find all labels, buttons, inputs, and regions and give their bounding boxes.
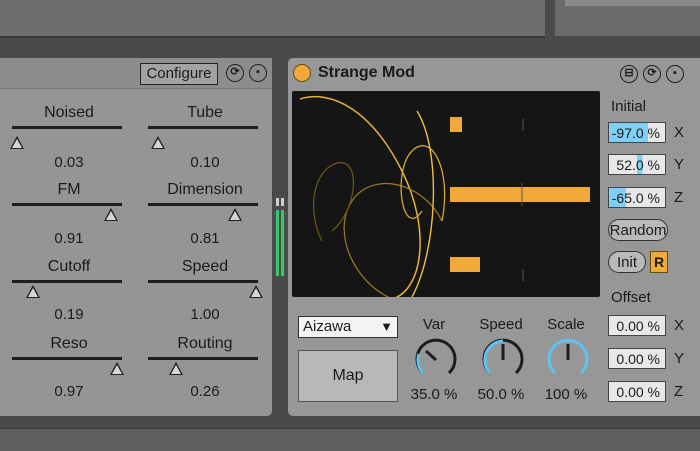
param-speed-label: Speed xyxy=(181,258,229,275)
param-dimension-handle[interactable] xyxy=(228,208,242,221)
random-button[interactable]: Random xyxy=(608,219,668,241)
attractor-mode-value: Aizawa xyxy=(303,318,352,335)
top-right-bar xyxy=(565,0,700,6)
offset-x-field[interactable]: 0.00 % xyxy=(608,315,666,336)
param-routing-label: Routing xyxy=(177,335,233,352)
param-cutoff-slider[interactable] xyxy=(12,280,122,283)
scale-knob[interactable] xyxy=(546,338,590,387)
param-reso-slider[interactable] xyxy=(12,357,122,360)
initial-z-field[interactable]: -65.0 % xyxy=(608,187,666,208)
speed-knob-value: 50.0 % xyxy=(477,386,525,403)
param-cutoff-value: 0.19 xyxy=(54,306,84,323)
initial-y-field[interactable]: 52.0 % xyxy=(608,154,666,175)
scope-bar-x xyxy=(450,117,462,132)
hot-swap-icon[interactable]: ⟳ xyxy=(226,64,244,82)
attractor-trace-svg xyxy=(299,95,590,300)
initial-z-axis-label: Z xyxy=(674,189,684,206)
configure-button[interactable]: Configure xyxy=(140,63,218,85)
initial-x-axis-label: X xyxy=(674,124,685,141)
param-cutoff-handle[interactable] xyxy=(26,285,40,298)
param-speed-value: 1.00 xyxy=(190,306,220,323)
param-dimension-label: Dimension xyxy=(167,181,243,198)
attractor-scope xyxy=(292,91,600,300)
dropdown-arrow-icon: ▼ xyxy=(380,319,393,334)
param-tube-slider[interactable] xyxy=(148,126,258,129)
var-knob-svg xyxy=(415,338,457,375)
bottom-status-strip xyxy=(0,428,700,451)
device-title: Strange Mod xyxy=(318,64,415,81)
param-fm-slider[interactable] xyxy=(12,203,122,206)
param-routing-handle[interactable] xyxy=(169,362,183,375)
offset-x-axis-label: X xyxy=(674,317,685,334)
param-dimension-value: 0.81 xyxy=(190,230,220,247)
param-fm-value: 0.91 xyxy=(54,230,84,247)
var-knob[interactable] xyxy=(414,338,458,387)
attractor-mode-select[interactable]: Aizawa ▼ xyxy=(298,316,398,338)
scope-bar-z xyxy=(450,257,480,272)
param-reso-value: 0.97 xyxy=(54,383,84,400)
save-preset-icon[interactable]: ▪ xyxy=(249,64,267,82)
left-device-panel: Configure ⟳ ▪ Noised 0.03 FM 0.91 Cutoff… xyxy=(0,58,272,416)
param-noised-value: 0.03 xyxy=(54,154,84,171)
device-power-toggle[interactable] xyxy=(293,64,311,82)
speed-knob-svg xyxy=(482,338,524,375)
param-speed-slider[interactable] xyxy=(148,280,258,283)
var-knob-value: 35.0 % xyxy=(410,386,458,403)
scale-knob-label: Scale xyxy=(547,316,585,333)
offset-y-axis-label: Y xyxy=(674,350,685,367)
offset-y-field[interactable]: 0.00 % xyxy=(608,348,666,369)
initial-label: Initial xyxy=(611,98,647,115)
param-tube-value: 0.10 xyxy=(190,154,220,171)
offset-label: Offset xyxy=(611,289,651,306)
offset-z-axis-label: Z xyxy=(674,383,684,400)
r-toggle[interactable]: R xyxy=(650,251,668,273)
expand-icon[interactable]: ⊟ xyxy=(620,65,638,83)
speed-knob-label: Speed xyxy=(479,316,523,333)
param-noised-label: Noised xyxy=(44,104,94,121)
param-tube-handle[interactable] xyxy=(151,136,165,149)
param-routing-slider[interactable] xyxy=(148,357,258,360)
param-fm-label: FM xyxy=(57,181,81,198)
param-dimension-slider[interactable] xyxy=(148,203,258,206)
initial-y-axis-label: Y xyxy=(674,156,685,173)
offset-z-field[interactable]: 0.00 % xyxy=(608,381,666,402)
hot-swap-icon[interactable]: ⟳ xyxy=(643,65,661,83)
param-fm-handle[interactable] xyxy=(104,208,118,221)
param-noised-slider[interactable] xyxy=(12,126,122,129)
strange-mod-device: Strange Mod ⊟ ⟳ ▪ Initial -97.0 % X 52.0… xyxy=(288,58,700,416)
param-cutoff-label: Cutoff xyxy=(47,258,91,275)
top-device-strip xyxy=(0,0,545,38)
initial-x-field[interactable]: -97.0 % xyxy=(608,122,666,143)
param-noised-handle[interactable] xyxy=(10,136,24,149)
param-speed-handle[interactable] xyxy=(249,285,263,298)
scale-knob-svg xyxy=(547,338,589,375)
save-preset-icon[interactable]: ▪ xyxy=(666,65,684,83)
speed-knob[interactable] xyxy=(481,338,525,387)
param-tube-label: Tube xyxy=(187,104,223,121)
param-reso-handle[interactable] xyxy=(110,362,124,375)
scale-knob-value: 100 % xyxy=(544,386,588,403)
var-knob-label: Var xyxy=(422,316,446,333)
left-device-header: Configure ⟳ ▪ xyxy=(0,58,272,89)
map-button[interactable]: Map xyxy=(298,350,398,402)
level-meter xyxy=(276,198,286,278)
init-button[interactable]: Init xyxy=(608,251,646,273)
param-reso-label: Reso xyxy=(50,335,88,352)
scope-bar-y xyxy=(450,187,590,202)
param-routing-value: 0.26 xyxy=(190,383,220,400)
